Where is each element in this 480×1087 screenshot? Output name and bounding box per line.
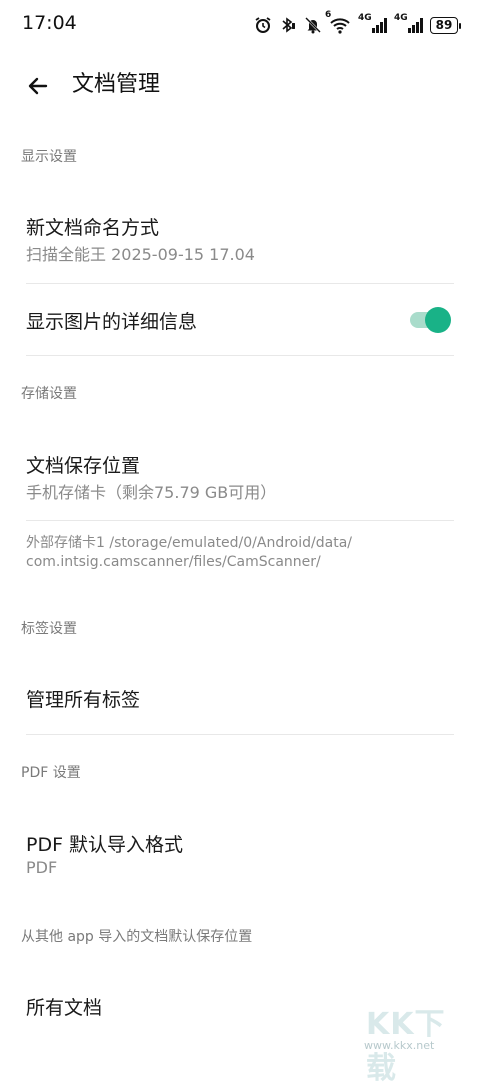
back-button[interactable]: [22, 70, 54, 102]
section-header-tags: 标签设置: [21, 621, 77, 637]
divider: [26, 520, 454, 521]
toolbar: 文档管理: [0, 58, 480, 114]
pdf-default-import-value: PDF: [26, 858, 58, 877]
mute-icon: [304, 15, 322, 35]
divider: [26, 355, 454, 356]
watermark-logo: KK下载 www.kkx.net: [360, 995, 472, 1086]
divider: [26, 283, 454, 284]
show-image-details-toggle[interactable]: [408, 307, 452, 333]
save-location-value: 手机存储卡（剩余75.79 GB可用）: [26, 483, 277, 502]
bluetooth-icon: [279, 15, 297, 35]
new-doc-naming-title: 新文档命名方式: [26, 217, 160, 239]
all-docs-title: 所有文档: [26, 997, 103, 1019]
status-time: 17:04: [22, 12, 77, 34]
page-title: 文档管理: [72, 72, 161, 97]
new-doc-naming-value: 扫描全能王 2025-09-15 17.04: [26, 245, 255, 264]
signal-4g-icon: 4G: [358, 13, 387, 33]
watermark-url: www.kkx.net: [364, 1039, 435, 1052]
show-image-details-title: 显示图片的详细信息: [26, 311, 198, 333]
storage-path-line-2: com.intsig.camscanner/files/CamScanner/: [26, 554, 321, 570]
battery-icon: 89: [430, 16, 461, 34]
alarm-icon: [254, 15, 272, 35]
toggle-thumb: [425, 307, 451, 333]
section-header-import: 从其他 app 导入的文档默认保存位置: [21, 929, 253, 945]
divider: [26, 734, 454, 735]
pdf-default-import-title: PDF 默认导入格式: [26, 834, 184, 856]
status-bar: 17:04 6 4G 4G 89: [0, 0, 480, 50]
section-header-pdf: PDF 设置: [21, 765, 81, 781]
network-label-1: 4G: [358, 13, 372, 23]
wifi-icon: 6: [325, 10, 351, 35]
storage-path-note: 外部存储卡1 /storage/emulated/0/Android/data/…: [26, 534, 446, 572]
manage-tags-title: 管理所有标签: [26, 689, 141, 711]
section-header-storage: 存储设置: [21, 386, 77, 402]
storage-path-line-1: 外部存储卡1 /storage/emulated/0/Android/data/: [26, 535, 352, 551]
network-label-2: 4G: [394, 13, 408, 23]
save-location-title: 文档保存位置: [26, 455, 141, 477]
arrow-left-icon: [28, 77, 48, 95]
status-icons: 6 4G 4G 89: [254, 10, 461, 36]
wifi-badge: 6: [325, 10, 332, 20]
signal-4g-icon: 4G: [394, 13, 423, 33]
section-header-display: 显示设置: [21, 149, 77, 165]
